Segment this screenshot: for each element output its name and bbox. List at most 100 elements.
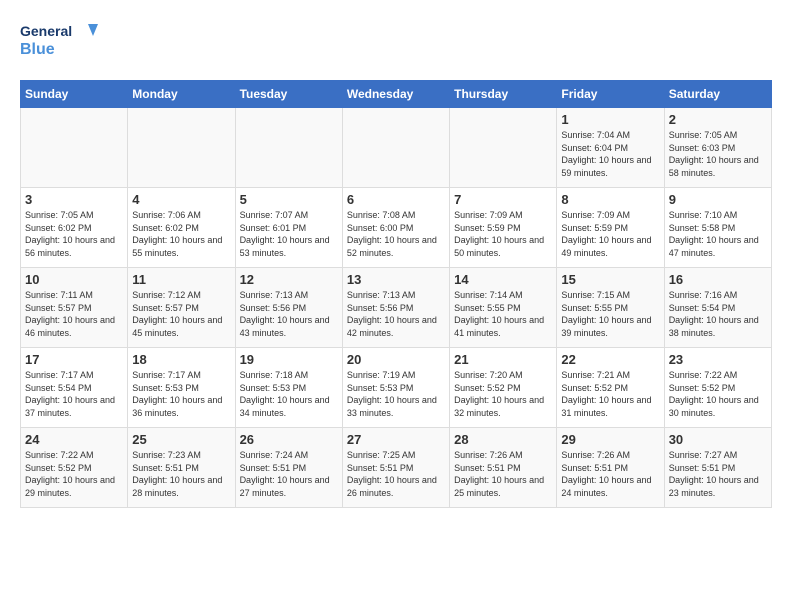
- weekday-header-sunday: Sunday: [21, 81, 128, 108]
- calendar-cell: 8 Sunrise: 7:09 AM Sunset: 5:59 PM Daylig…: [557, 188, 664, 268]
- calendar-cell: [128, 108, 235, 188]
- calendar-cell: 20Sunrise: 7:19 AM Sunset: 5:53 PM Dayli…: [342, 348, 449, 428]
- day-info: Sunrise: 7:22 AM Sunset: 5:52 PM Dayligh…: [25, 449, 123, 499]
- calendar-cell: 12 Sunrise: 7:13 AM Sunset: 5:56 PM Dayli…: [235, 268, 342, 348]
- day-info: Sunrise: 7:06 AM Sunset: 6:02 PM Dayligh…: [132, 209, 230, 259]
- calendar-cell: 19 Sunrise: 7:18 AM Sunset: 5:53 PM Dayli…: [235, 348, 342, 428]
- calendar-cell: 28 Sunrise: 7:26 AM Sunset: 5:51 PM Dayli…: [450, 428, 557, 508]
- weekday-header-monday: Monday: [128, 81, 235, 108]
- logo-svg: General Blue: [20, 20, 100, 64]
- calendar-cell: 11 Sunrise: 7:12 AM Sunset: 5:57 PM Dayli…: [128, 268, 235, 348]
- day-number: 25: [132, 432, 230, 447]
- calendar-cell: 16 Sunrise: 7:16 AM Sunset: 5:54 PM Dayli…: [664, 268, 771, 348]
- calendar-cell: 23 Sunrise: 7:22 AM Sunset: 5:52 PM Dayli…: [664, 348, 771, 428]
- day-info: Sunrise: 7:04 AM Sunset: 6:04 PM Dayligh…: [561, 129, 659, 179]
- day-number: 12: [240, 272, 338, 287]
- day-number: 21: [454, 352, 552, 367]
- day-info: Sunrise: 7:07 AM Sunset: 6:01 PM Dayligh…: [240, 209, 338, 259]
- weekday-header-row: SundayMondayTuesdayWednesdayThursdayFrid…: [21, 81, 772, 108]
- day-info: Sunrise: 7:16 AM Sunset: 5:54 PM Dayligh…: [669, 289, 767, 339]
- day-info: Sunrise: 7:13 AM Sunset: 5:56 PM Dayligh…: [240, 289, 338, 339]
- day-info: Sunrise: 7:25 AM Sunset: 5:51 PM Dayligh…: [347, 449, 445, 499]
- calendar-cell: 13Sunrise: 7:13 AM Sunset: 5:56 PM Dayli…: [342, 268, 449, 348]
- week-row-3: 10 Sunrise: 7:11 AM Sunset: 5:57 PM Dayli…: [21, 268, 772, 348]
- logo: General Blue: [20, 20, 100, 64]
- weekday-header-friday: Friday: [557, 81, 664, 108]
- day-number: 8: [561, 192, 659, 207]
- day-info: Sunrise: 7:14 AM Sunset: 5:55 PM Dayligh…: [454, 289, 552, 339]
- calendar-cell: [450, 108, 557, 188]
- day-number: 28: [454, 432, 552, 447]
- day-number: 23: [669, 352, 767, 367]
- calendar-cell: 30Sunrise: 7:27 AM Sunset: 5:51 PM Dayli…: [664, 428, 771, 508]
- day-number: 22: [561, 352, 659, 367]
- calendar-cell: 3 Sunrise: 7:05 AM Sunset: 6:02 PM Daylig…: [21, 188, 128, 268]
- day-number: 1: [561, 112, 659, 127]
- day-number: 16: [669, 272, 767, 287]
- day-info: Sunrise: 7:09 AM Sunset: 5:59 PM Dayligh…: [561, 209, 659, 259]
- weekday-header-thursday: Thursday: [450, 81, 557, 108]
- day-info: Sunrise: 7:23 AM Sunset: 5:51 PM Dayligh…: [132, 449, 230, 499]
- day-number: 18: [132, 352, 230, 367]
- day-number: 27: [347, 432, 445, 447]
- calendar-table: SundayMondayTuesdayWednesdayThursdayFrid…: [20, 80, 772, 508]
- page-header: General Blue: [20, 20, 772, 64]
- day-number: 5: [240, 192, 338, 207]
- day-info: Sunrise: 7:22 AM Sunset: 5:52 PM Dayligh…: [669, 369, 767, 419]
- day-number: 10: [25, 272, 123, 287]
- day-number: 19: [240, 352, 338, 367]
- day-number: 29: [561, 432, 659, 447]
- day-info: Sunrise: 7:19 AM Sunset: 5:53 PM Dayligh…: [347, 369, 445, 419]
- day-info: Sunrise: 7:11 AM Sunset: 5:57 PM Dayligh…: [25, 289, 123, 339]
- day-number: 7: [454, 192, 552, 207]
- day-info: Sunrise: 7:26 AM Sunset: 5:51 PM Dayligh…: [561, 449, 659, 499]
- calendar-cell: 18 Sunrise: 7:17 AM Sunset: 5:53 PM Dayli…: [128, 348, 235, 428]
- day-number: 26: [240, 432, 338, 447]
- day-number: 13: [347, 272, 445, 287]
- day-number: 15: [561, 272, 659, 287]
- day-number: 14: [454, 272, 552, 287]
- calendar-cell: [342, 108, 449, 188]
- day-info: Sunrise: 7:24 AM Sunset: 5:51 PM Dayligh…: [240, 449, 338, 499]
- calendar-cell: 7Sunrise: 7:09 AM Sunset: 5:59 PM Daylig…: [450, 188, 557, 268]
- day-info: Sunrise: 7:26 AM Sunset: 5:51 PM Dayligh…: [454, 449, 552, 499]
- day-number: 3: [25, 192, 123, 207]
- day-number: 6: [347, 192, 445, 207]
- day-number: 11: [132, 272, 230, 287]
- calendar-cell: 22 Sunrise: 7:21 AM Sunset: 5:52 PM Dayli…: [557, 348, 664, 428]
- calendar-cell: 6 Sunrise: 7:08 AM Sunset: 6:00 PM Daylig…: [342, 188, 449, 268]
- day-info: Sunrise: 7:15 AM Sunset: 5:55 PM Dayligh…: [561, 289, 659, 339]
- calendar-cell: 5 Sunrise: 7:07 AM Sunset: 6:01 PM Daylig…: [235, 188, 342, 268]
- day-number: 2: [669, 112, 767, 127]
- day-info: Sunrise: 7:12 AM Sunset: 5:57 PM Dayligh…: [132, 289, 230, 339]
- calendar-cell: 17 Sunrise: 7:17 AM Sunset: 5:54 PM Dayli…: [21, 348, 128, 428]
- day-number: 17: [25, 352, 123, 367]
- day-info: Sunrise: 7:18 AM Sunset: 5:53 PM Dayligh…: [240, 369, 338, 419]
- calendar-cell: 4 Sunrise: 7:06 AM Sunset: 6:02 PM Daylig…: [128, 188, 235, 268]
- day-number: 24: [25, 432, 123, 447]
- calendar-cell: 24 Sunrise: 7:22 AM Sunset: 5:52 PM Dayli…: [21, 428, 128, 508]
- day-number: 9: [669, 192, 767, 207]
- weekday-header-tuesday: Tuesday: [235, 81, 342, 108]
- calendar-cell: [21, 108, 128, 188]
- day-number: 4: [132, 192, 230, 207]
- calendar-cell: [235, 108, 342, 188]
- day-info: Sunrise: 7:17 AM Sunset: 5:53 PM Dayligh…: [132, 369, 230, 419]
- day-info: Sunrise: 7:10 AM Sunset: 5:58 PM Dayligh…: [669, 209, 767, 259]
- calendar-cell: 15 Sunrise: 7:15 AM Sunset: 5:55 PM Dayli…: [557, 268, 664, 348]
- day-info: Sunrise: 7:08 AM Sunset: 6:00 PM Dayligh…: [347, 209, 445, 259]
- calendar-cell: 1 Sunrise: 7:04 AM Sunset: 6:04 PM Daylig…: [557, 108, 664, 188]
- calendar-cell: 21Sunrise: 7:20 AM Sunset: 5:52 PM Dayli…: [450, 348, 557, 428]
- day-info: Sunrise: 7:17 AM Sunset: 5:54 PM Dayligh…: [25, 369, 123, 419]
- calendar-cell: 2Sunrise: 7:05 AM Sunset: 6:03 PM Daylig…: [664, 108, 771, 188]
- week-row-4: 17 Sunrise: 7:17 AM Sunset: 5:54 PM Dayli…: [21, 348, 772, 428]
- day-info: Sunrise: 7:05 AM Sunset: 6:02 PM Dayligh…: [25, 209, 123, 259]
- weekday-header-saturday: Saturday: [664, 81, 771, 108]
- day-info: Sunrise: 7:21 AM Sunset: 5:52 PM Dayligh…: [561, 369, 659, 419]
- calendar-cell: 27 Sunrise: 7:25 AM Sunset: 5:51 PM Dayli…: [342, 428, 449, 508]
- calendar-cell: 25 Sunrise: 7:23 AM Sunset: 5:51 PM Dayli…: [128, 428, 235, 508]
- week-row-2: 3 Sunrise: 7:05 AM Sunset: 6:02 PM Daylig…: [21, 188, 772, 268]
- calendar-cell: 26 Sunrise: 7:24 AM Sunset: 5:51 PM Dayli…: [235, 428, 342, 508]
- svg-text:Blue: Blue: [20, 41, 55, 58]
- day-number: 30: [669, 432, 767, 447]
